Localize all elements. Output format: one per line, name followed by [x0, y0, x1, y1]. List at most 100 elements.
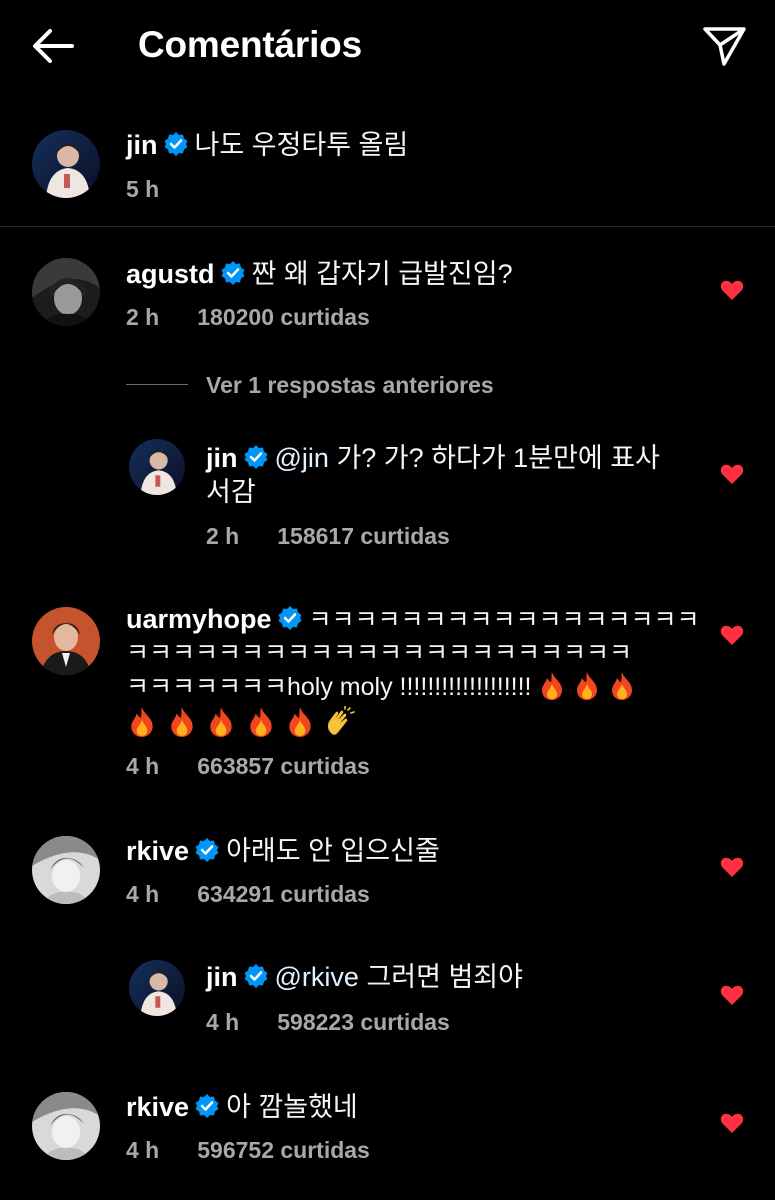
comment-text-continued: ㅋㅋㅋㅋㅋㅋㅋㅋㅋㅋㅋㅋㅋㅋㅋㅋㅋㅋㅋㅋㅋㅋ [126, 639, 633, 667]
reply-meta: 2 h 158617 curtidas [206, 522, 450, 550]
heart-filled-icon [720, 1113, 744, 1133]
like-button[interactable] [720, 624, 744, 646]
verified-badge-icon [194, 837, 220, 863]
likes-count[interactable]: 158617 curtidas [277, 523, 450, 549]
reply-text: 그러면 범죄야 [366, 962, 523, 992]
share-button[interactable] [700, 24, 748, 68]
avatar-image [32, 130, 100, 198]
caption-meta: 5 h [126, 175, 159, 203]
like-button[interactable] [720, 856, 744, 878]
fire-icon [289, 707, 311, 737]
comment-item: uarmyhope ㅋㅋㅋㅋㅋㅋㅋㅋㅋㅋㅋㅋㅋㅋㅋㅋㅋ ㅋㅋㅋㅋㅋㅋㅋㅋㅋㅋㅋㅋㅋ… [0, 602, 775, 792]
comment-time: 4 h [126, 1137, 160, 1163]
reply-item: jin @jin 가? 가? 하다가 1분만에 표사 서감 2 h 158617 c… [0, 436, 775, 556]
divider-line [126, 384, 188, 385]
reply-text: 가? 가? 하다가 1분만에 표사 [336, 443, 660, 473]
reply-text-line: jin @rkive 그러면 범죄야 [206, 960, 523, 994]
avatar-jin[interactable] [32, 130, 100, 198]
comment-item: agustd 짠 왜 갑자기 급발진임? 2 h 180200 curtidas [0, 255, 775, 345]
comment-time: 4 h [126, 753, 160, 779]
verified-badge-icon [220, 260, 246, 286]
like-button[interactable] [720, 463, 744, 485]
fire-icon [577, 672, 598, 700]
comment-text-line-3: ㅋㅋㅋㅋㅋㅋㅋholy moly !!!!!!!!!!!!!!!!!!! [126, 670, 636, 704]
comment-item: rkive 아래도 안 입으신줄 4 h 634291 curtidas [0, 832, 775, 922]
username-rkive[interactable]: rkive [126, 836, 189, 866]
likes-count[interactable]: 596752 curtidas [197, 1137, 370, 1163]
fire-icon [542, 672, 563, 700]
mention-link[interactable]: @rkive [275, 962, 359, 992]
like-button[interactable] [720, 1112, 744, 1134]
comment-meta: 2 h 180200 curtidas [126, 303, 370, 331]
avatar-uarmyhope[interactable] [32, 607, 100, 675]
paper-plane-icon [703, 27, 746, 66]
fire-icon [612, 672, 633, 700]
username-jin[interactable]: jin [206, 443, 238, 473]
comment-text-line: rkive 아래도 안 입으신줄 [126, 834, 440, 868]
fire-icon [249, 707, 272, 737]
comment-text: 아 깜놀했네 [226, 1092, 358, 1122]
reply-time: 4 h [206, 1009, 240, 1035]
verified-badge-icon [243, 963, 269, 989]
comment-text-line-2: ㅋㅋㅋㅋㅋㅋㅋㅋㅋㅋㅋㅋㅋㅋㅋㅋㅋㅋㅋㅋㅋㅋ [126, 636, 632, 670]
like-button[interactable] [720, 279, 744, 301]
username-uarmyhope[interactable]: uarmyhope [126, 604, 272, 634]
fire-icon [170, 707, 193, 737]
reply-item: jin @rkive 그러면 범죄야 4 h 598223 curtidas [0, 958, 775, 1038]
avatar-image [32, 1092, 100, 1160]
fire-icon [210, 707, 232, 737]
reply-text-line: jin @jin 가? 가? 하다가 1분만에 표사 [206, 441, 660, 475]
likes-count[interactable]: 663857 curtidas [197, 753, 370, 779]
likes-count[interactable]: 180200 curtidas [197, 304, 370, 330]
comment-text-line: rkive 아 깜놀했네 [126, 1090, 358, 1124]
avatar-rkive[interactable] [32, 836, 100, 904]
avatar-image [32, 836, 100, 904]
comment-text: 짠 왜 갑자기 급발진임? [251, 259, 513, 289]
verified-badge-icon [277, 605, 303, 631]
back-button[interactable] [28, 22, 80, 70]
reply-meta: 4 h 598223 curtidas [206, 1008, 450, 1036]
emoji-line [126, 705, 356, 746]
likes-count[interactable]: 598223 curtidas [277, 1009, 450, 1035]
avatar-rkive[interactable] [32, 1092, 100, 1160]
username-jin[interactable]: jin [206, 962, 238, 992]
heart-filled-icon [720, 625, 744, 645]
reply-time: 2 h [206, 523, 240, 549]
likes-count[interactable]: 634291 curtidas [197, 881, 370, 907]
avatar-image [32, 607, 100, 675]
fire-icon [131, 707, 153, 737]
verified-badge-icon [163, 131, 189, 157]
comment-text-line: agustd 짠 왜 갑자기 급발진임? [126, 257, 513, 291]
avatar-agustd[interactable] [32, 258, 100, 326]
caption-time: 5 h [126, 176, 160, 202]
heart-filled-icon [720, 857, 744, 877]
heart-filled-icon [720, 464, 744, 484]
comment-text-line: uarmyhope ㅋㅋㅋㅋㅋㅋㅋㅋㅋㅋㅋㅋㅋㅋㅋㅋㅋ [126, 602, 700, 637]
top-bar: Comentários [0, 0, 775, 92]
post-caption: jin 나도 우정타투 올림 5 h [0, 108, 775, 227]
clapping-hands-icon [327, 705, 355, 735]
heart-filled-icon [720, 280, 744, 300]
comment-meta: 4 h 596752 curtidas [126, 1136, 370, 1164]
reply-text-continued: 서감 [206, 477, 256, 507]
username-rkive[interactable]: rkive [126, 1092, 189, 1122]
avatar-image [32, 258, 100, 326]
comment-text: 아래도 안 입으신줄 [226, 836, 440, 866]
username-jin[interactable]: jin [126, 130, 158, 160]
caption-text: 나도 우정타투 올림 [194, 130, 409, 160]
avatar-jin[interactable] [129, 960, 185, 1016]
comment-time: 4 h [126, 881, 160, 907]
arrow-left-icon [33, 29, 74, 63]
username-agustd[interactable]: agustd [126, 259, 215, 289]
comment-item: rkive 아 깜놀했네 4 h 596752 curtidas [0, 1088, 775, 1178]
page-title: Comentários [138, 24, 362, 65]
avatar-image [129, 960, 185, 1016]
avatar-jin[interactable] [129, 439, 185, 495]
view-previous-replies-label: Ver 1 respostas anteriores [206, 372, 494, 398]
comment-meta: 4 h 634291 curtidas [126, 880, 370, 908]
comment-time: 2 h [126, 304, 160, 330]
heart-filled-icon [720, 985, 744, 1005]
like-button[interactable] [720, 984, 744, 1006]
verified-badge-icon [194, 1093, 220, 1119]
mention-link[interactable]: @jin [275, 443, 329, 473]
